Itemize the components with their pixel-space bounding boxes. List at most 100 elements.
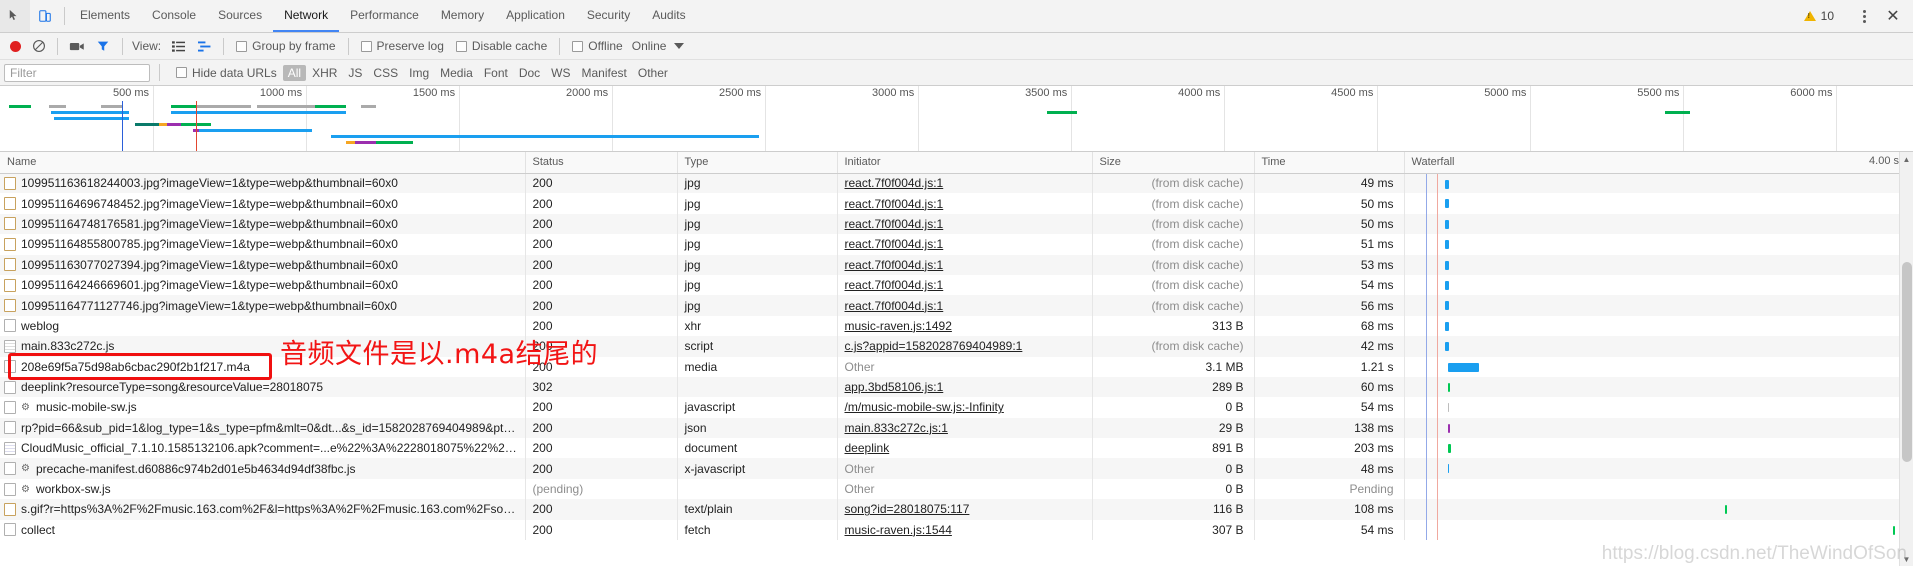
table-row[interactable]: deeplink?resourceType=song&resourceValue…	[0, 376, 1913, 398]
table-row[interactable]: collect 200 fetch music-raven.js:1544 307 B5…	[0, 519, 1913, 541]
initiator-link[interactable]: react.7f0f004d.js:1	[845, 197, 944, 211]
cell-initiator[interactable]: react.7f0f004d.js:1	[837, 274, 1093, 296]
filter-input[interactable]	[4, 63, 150, 82]
filter-type-css[interactable]: CSS	[368, 66, 403, 80]
cell-initiator[interactable]: /m/music-mobile-sw.js:-Infinity	[837, 397, 1093, 418]
cell-name[interactable]: CloudMusic_official_7.1.10.1585132106.ap…	[0, 438, 526, 459]
cell-initiator[interactable]: react.7f0f004d.js:1	[837, 254, 1093, 275]
column-header-time[interactable]: Time	[1254, 152, 1405, 174]
cell-name[interactable]: weblog	[0, 315, 526, 337]
cell-initiator[interactable]: react.7f0f004d.js:1	[837, 234, 1093, 255]
cell-initiator[interactable]: react.7f0f004d.js:1	[837, 295, 1093, 316]
close-icon[interactable]: ✕	[1879, 3, 1907, 29]
initiator-link[interactable]: c.js?appid=1582028769404989:1	[845, 339, 1023, 353]
initiator-link[interactable]: react.7f0f004d.js:1	[845, 176, 944, 190]
preserve-log-checkbox[interactable]: Preserve log	[356, 39, 449, 53]
cell-name[interactable]: 109951163618244003.jpg?imageView=1&type=…	[0, 173, 526, 194]
column-header-initiator[interactable]: Initiator	[837, 152, 1093, 174]
offline-checkbox[interactable]: Offline	[567, 39, 627, 53]
scroll-up-arrow-icon[interactable]: ▲	[1900, 152, 1913, 166]
cell-name[interactable]: rp?pid=66&sub_pid=1&log_type=1&s_type=pf…	[0, 417, 526, 439]
table-row[interactable]: ⚙ music-mobile-sw.js 200 javascript/m/music…	[0, 397, 1913, 418]
initiator-link[interactable]: app.3bd58106.js:1	[845, 380, 944, 394]
cell-initiator[interactable]: music-raven.js:1492	[837, 315, 1093, 337]
device-toolbar-icon[interactable]	[30, 0, 60, 32]
initiator-link[interactable]: deeplink	[845, 441, 890, 455]
network-overview-timeline[interactable]: 500 ms 1000 ms 1500 ms 2000 ms 2500 ms 3000 m…	[0, 86, 1913, 152]
initiator-link[interactable]: music-raven.js:1492	[845, 319, 952, 333]
table-row[interactable]: 109951164246669601.jpg?imageView=1&type=…	[0, 274, 1913, 296]
table-row[interactable]: 109951164748176581.jpg?imageView=1&type=…	[0, 213, 1913, 235]
cell-name[interactable]: collect	[0, 519, 526, 541]
filter-type-all[interactable]: All	[282, 64, 307, 81]
initiator-link[interactable]: react.7f0f004d.js:1	[845, 258, 944, 272]
table-row[interactable]: 109951164771127746.jpg?imageView=1&type=…	[0, 295, 1913, 316]
column-header-name[interactable]: Name	[0, 152, 526, 174]
initiator-link[interactable]: react.7f0f004d.js:1	[845, 237, 944, 251]
filter-type-ws[interactable]: WS	[546, 66, 575, 80]
filter-type-font[interactable]: Font	[479, 66, 513, 80]
filter-type-js[interactable]: JS	[343, 66, 367, 80]
cell-name[interactable]: ⚙ workbox-sw.js	[0, 478, 526, 500]
cell-initiator[interactable]: react.7f0f004d.js:1	[837, 173, 1093, 194]
tab-performance[interactable]: Performance	[339, 0, 430, 32]
table-row[interactable]: rp?pid=66&sub_pid=1&log_type=1&s_type=pf…	[0, 417, 1913, 439]
record-button-icon[interactable]	[4, 35, 26, 57]
waterfall-view-icon[interactable]	[192, 35, 216, 57]
cell-initiator[interactable]: react.7f0f004d.js:1	[837, 193, 1093, 214]
table-row[interactable]: 109951163077027394.jpg?imageView=1&type=…	[0, 254, 1913, 275]
cell-initiator[interactable]: c.js?appid=1582028769404989:1	[837, 336, 1093, 357]
cell-name[interactable]: 208e69f5a75d98ab6cbac290f2b1f217.m4a	[0, 356, 526, 377]
list-view-icon[interactable]	[166, 35, 190, 57]
table-row[interactable]: 109951164855800785.jpg?imageView=1&type=…	[0, 234, 1913, 255]
disable-cache-checkbox[interactable]: Disable cache	[451, 39, 552, 53]
tab-audits[interactable]: Audits	[641, 0, 696, 32]
filter-type-manifest[interactable]: Manifest	[577, 66, 632, 80]
initiator-link[interactable]: react.7f0f004d.js:1	[845, 217, 944, 231]
table-row[interactable]: s.gif?r=https%3A%2F%2Fmusic.163.com%2F&l…	[0, 499, 1913, 520]
cell-initiator[interactable]: react.7f0f004d.js:1	[837, 213, 1093, 235]
table-row[interactable]: weblog 200 xhr music-raven.js:1492 313 B 68 m…	[0, 315, 1913, 337]
chevron-down-icon[interactable]	[674, 43, 685, 49]
camera-icon[interactable]	[65, 35, 89, 57]
column-header-type[interactable]: Type	[677, 152, 838, 174]
cell-initiator[interactable]: song?id=28018075:117	[837, 499, 1093, 520]
cell-initiator[interactable]: main.833c272c.js:1	[837, 417, 1093, 439]
cell-name[interactable]: 109951164748176581.jpg?imageView=1&type=…	[0, 213, 526, 235]
tab-elements[interactable]: Elements	[69, 0, 141, 32]
filter-type-media[interactable]: Media	[435, 66, 478, 80]
tab-network[interactable]: Network	[273, 0, 340, 32]
tab-memory[interactable]: Memory	[430, 0, 495, 32]
scroll-down-arrow-icon[interactable]: ▼	[1900, 552, 1913, 566]
table-row[interactable]: CloudMusic_official_7.1.10.1585132106.ap…	[0, 438, 1913, 459]
tab-sources[interactable]: Sources	[207, 0, 273, 32]
table-row[interactable]: ⚙ precache-manifest.d60886c974b2d01e5b463…	[0, 458, 1913, 479]
cell-name[interactable]: 109951164246669601.jpg?imageView=1&type=…	[0, 274, 526, 296]
cell-name[interactable]: s.gif?r=https%3A%2F%2Fmusic.163.com%2F&l…	[0, 499, 526, 520]
inspect-cursor-icon[interactable]	[0, 0, 30, 32]
tab-security[interactable]: Security	[576, 0, 641, 32]
initiator-link[interactable]: main.833c272c.js:1	[845, 421, 948, 435]
hide-data-urls-checkbox[interactable]: Hide data URLs	[171, 66, 282, 80]
kebab-menu-icon[interactable]	[1851, 3, 1877, 29]
table-row[interactable]: 208e69f5a75d98ab6cbac290f2b1f217.m4a 200 m…	[0, 356, 1913, 377]
filter-funnel-icon[interactable]	[91, 35, 115, 57]
column-header-size[interactable]: Size	[1092, 152, 1255, 174]
cell-name[interactable]: 109951163077027394.jpg?imageView=1&type=…	[0, 254, 526, 275]
filter-type-img[interactable]: Img	[404, 66, 434, 80]
group-by-frame-checkbox[interactable]: Group by frame	[231, 39, 340, 53]
cell-initiator[interactable]: app.3bd58106.js:1	[837, 376, 1093, 398]
initiator-link[interactable]: song?id=28018075:117	[845, 502, 970, 516]
cell-name[interactable]: 109951164855800785.jpg?imageView=1&type=…	[0, 234, 526, 255]
throttling-select[interactable]: Online	[630, 39, 667, 53]
cell-name[interactable]: 109951164696748452.jpg?imageView=1&type=…	[0, 193, 526, 214]
scrollbar-thumb[interactable]	[1902, 262, 1912, 462]
column-header-waterfall[interactable]: Waterfall 4.00 s	[1404, 152, 1913, 174]
filter-type-xhr[interactable]: XHR	[307, 66, 342, 80]
warning-count-chip[interactable]: 10	[1796, 4, 1842, 28]
tab-application[interactable]: Application	[495, 0, 576, 32]
column-header-status[interactable]: Status	[525, 152, 678, 174]
cell-name[interactable]: ⚙ precache-manifest.d60886c974b2d01e5b463…	[0, 458, 526, 479]
cell-name[interactable]: deeplink?resourceType=song&resourceValue…	[0, 376, 526, 398]
cell-name[interactable]: 109951164771127746.jpg?imageView=1&type=…	[0, 295, 526, 316]
